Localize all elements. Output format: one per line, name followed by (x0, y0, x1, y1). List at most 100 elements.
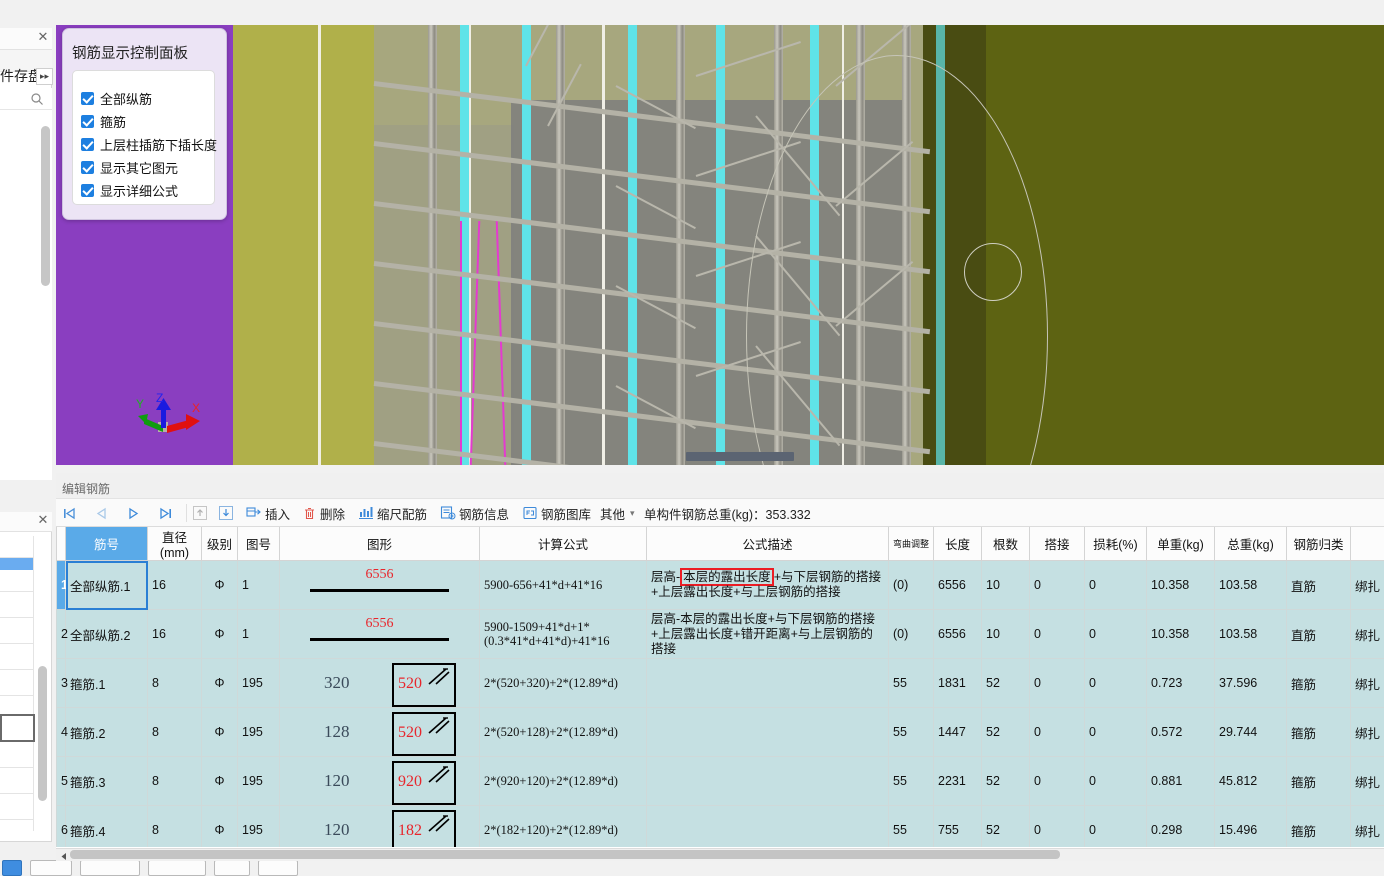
cell-bend-adjust[interactable]: 55 (889, 659, 934, 708)
col-header-rebar-no[interactable]: 筋号 (66, 527, 148, 561)
list-item[interactable] (0, 570, 33, 592)
row-number[interactable]: 2 (57, 610, 66, 659)
cell-rebar-no[interactable]: 箍筋.4 (66, 806, 148, 848)
cell-formula[interactable]: 2*(920+120)+2*(12.89*d) (480, 757, 647, 806)
checkbox-upper-column-dowel-length[interactable]: 上层柱插筋下插长度 (81, 135, 217, 154)
left-scrollbar-thumb[interactable] (41, 126, 50, 286)
col-header-length[interactable]: 长度 (934, 527, 982, 561)
close-icon[interactable]: ✕ (36, 513, 50, 527)
cell-total-weight[interactable]: 15.496 (1215, 806, 1287, 848)
list-item[interactable] (0, 648, 33, 670)
other-menu-button[interactable]: 其他 ▾ (600, 502, 635, 524)
col-header-loss[interactable]: 损耗(%) (1085, 527, 1147, 561)
cell-bend-adjust[interactable]: (0) (889, 610, 934, 659)
first-record-button[interactable] (62, 502, 77, 524)
cell-count[interactable]: 10 (982, 561, 1030, 610)
cell-shape[interactable]: 128520 (280, 708, 480, 757)
cell-rebar-category[interactable]: 箍筋 (1287, 708, 1351, 757)
cell-extra[interactable]: 绑扎 (1351, 561, 1384, 610)
cell-unit-weight[interactable]: 0.881 (1147, 757, 1215, 806)
cell-shape-no[interactable]: 195 (238, 757, 280, 806)
cell-rebar-category[interactable]: 箍筋 (1287, 806, 1351, 848)
close-icon[interactable]: ✕ (36, 30, 50, 44)
cell-loss[interactable]: 0 (1085, 757, 1147, 806)
cell-bend-adjust[interactable]: 55 (889, 757, 934, 806)
left-search-row[interactable] (0, 88, 52, 110)
expand-icon[interactable]: ▸▸ (36, 68, 53, 85)
cell-length[interactable]: 1447 (934, 708, 982, 757)
cell-rebar-no[interactable]: 全部纵筋.2 (66, 610, 148, 659)
list-item[interactable] (0, 772, 33, 794)
cell-grade[interactable]: Φ (202, 659, 238, 708)
list-item[interactable] (0, 798, 33, 820)
cell-lap[interactable]: 0 (1030, 659, 1085, 708)
checkbox-stirrup[interactable]: 箍筋 (81, 112, 126, 131)
cell-length[interactable]: 755 (934, 806, 982, 848)
cell-shape-no[interactable]: 195 (238, 659, 280, 708)
cell-diameter[interactable]: 8 (148, 708, 202, 757)
move-down-button[interactable] (218, 502, 234, 524)
cell-rebar-no[interactable]: 箍筋.1 (66, 659, 148, 708)
delete-button[interactable]: 删除 (302, 502, 345, 524)
scroll-left-icon[interactable] (60, 850, 69, 859)
row-number[interactable]: 5 (57, 757, 66, 806)
cell-shape-no[interactable]: 195 (238, 806, 280, 848)
cell-grade[interactable]: Φ (202, 610, 238, 659)
cell-formula[interactable]: 2*(520+128)+2*(12.89*d) (480, 708, 647, 757)
cell-formula[interactable]: 2*(520+320)+2*(12.89*d) (480, 659, 647, 708)
col-header-grade[interactable]: 级别 (202, 527, 238, 561)
table-scrollbar-thumb[interactable] (70, 850, 1060, 859)
cell-count[interactable]: 52 (982, 806, 1030, 848)
cell-lap[interactable]: 0 (1030, 708, 1085, 757)
axis-gizmo[interactable]: Y Z X (134, 390, 204, 450)
cell-unit-weight[interactable]: 10.358 (1147, 610, 1215, 659)
left-bottom-scrollbar-thumb[interactable] (38, 666, 47, 801)
cell-count[interactable]: 52 (982, 757, 1030, 806)
cell-diameter[interactable]: 16 (148, 610, 202, 659)
cell-formula[interactable]: 5900-1509+41*d+1*(0.3*41*d+41*d)+41*16 (480, 610, 647, 659)
row-number[interactable]: 4 (57, 708, 66, 757)
cell-total-weight[interactable]: 103.58 (1215, 561, 1287, 610)
cell-length[interactable]: 6556 (934, 610, 982, 659)
checkbox-icon[interactable] (81, 184, 94, 197)
cell-extra[interactable]: 绑扎 (1351, 610, 1384, 659)
cell-length[interactable]: 1831 (934, 659, 982, 708)
cell-count[interactable]: 52 (982, 659, 1030, 708)
cell-bend-adjust[interactable]: (0) (889, 561, 934, 610)
col-header-diameter[interactable]: 直径(mm) (148, 527, 202, 561)
cell-unit-weight[interactable]: 0.298 (1147, 806, 1215, 848)
list-item[interactable] (0, 622, 33, 644)
insert-button[interactable]: 插入 (246, 502, 290, 524)
checkbox-show-other-elements[interactable]: 显示其它图元 (81, 158, 178, 177)
cell-unit-weight[interactable]: 10.358 (1147, 561, 1215, 610)
list-item[interactable] (0, 746, 33, 768)
cell-shape-no[interactable]: 195 (238, 708, 280, 757)
cell-shape[interactable]: 120182 (280, 806, 480, 848)
rebar-library-button[interactable]: 钢筋图库 (522, 502, 591, 524)
cell-formula[interactable]: 2*(182+120)+2*(12.89*d) (480, 806, 647, 848)
bottom-button[interactable] (214, 860, 250, 876)
checkbox-show-detailed-formula[interactable]: 显示详细公式 (81, 181, 178, 200)
cell-total-weight[interactable]: 45.812 (1215, 757, 1287, 806)
cell-formula-desc[interactable]: 层高-本层的露出长度+与下层钢筋的搭接+上层露出长度+与上层钢筋的搭接 (647, 561, 889, 610)
list-item[interactable] (0, 536, 33, 558)
cell-loss[interactable]: 0 (1085, 561, 1147, 610)
cell-total-weight[interactable]: 37.596 (1215, 659, 1287, 708)
bottom-button[interactable] (80, 860, 140, 876)
cell-rebar-no[interactable]: 箍筋.3 (66, 757, 148, 806)
rebar-info-button[interactable]: 钢筋信息 (440, 502, 509, 524)
bottom-button[interactable] (258, 860, 298, 876)
cell-loss[interactable]: 0 (1085, 708, 1147, 757)
cell-rebar-category[interactable]: 直筋 (1287, 561, 1351, 610)
cell-formula-desc[interactable] (647, 708, 889, 757)
cell-loss[interactable]: 0 (1085, 806, 1147, 848)
list-item[interactable] (0, 596, 33, 618)
cell-diameter[interactable]: 8 (148, 806, 202, 848)
search-icon[interactable] (30, 92, 44, 106)
cell-extra[interactable]: 绑扎 (1351, 806, 1384, 848)
cell-grade[interactable]: Φ (202, 561, 238, 610)
col-header-formula-desc[interactable]: 公式描述 (647, 527, 889, 561)
col-header-unit-weight[interactable]: 单重(kg) (1147, 527, 1215, 561)
cell-total-weight[interactable]: 29.744 (1215, 708, 1287, 757)
cell-grade[interactable]: Φ (202, 806, 238, 848)
